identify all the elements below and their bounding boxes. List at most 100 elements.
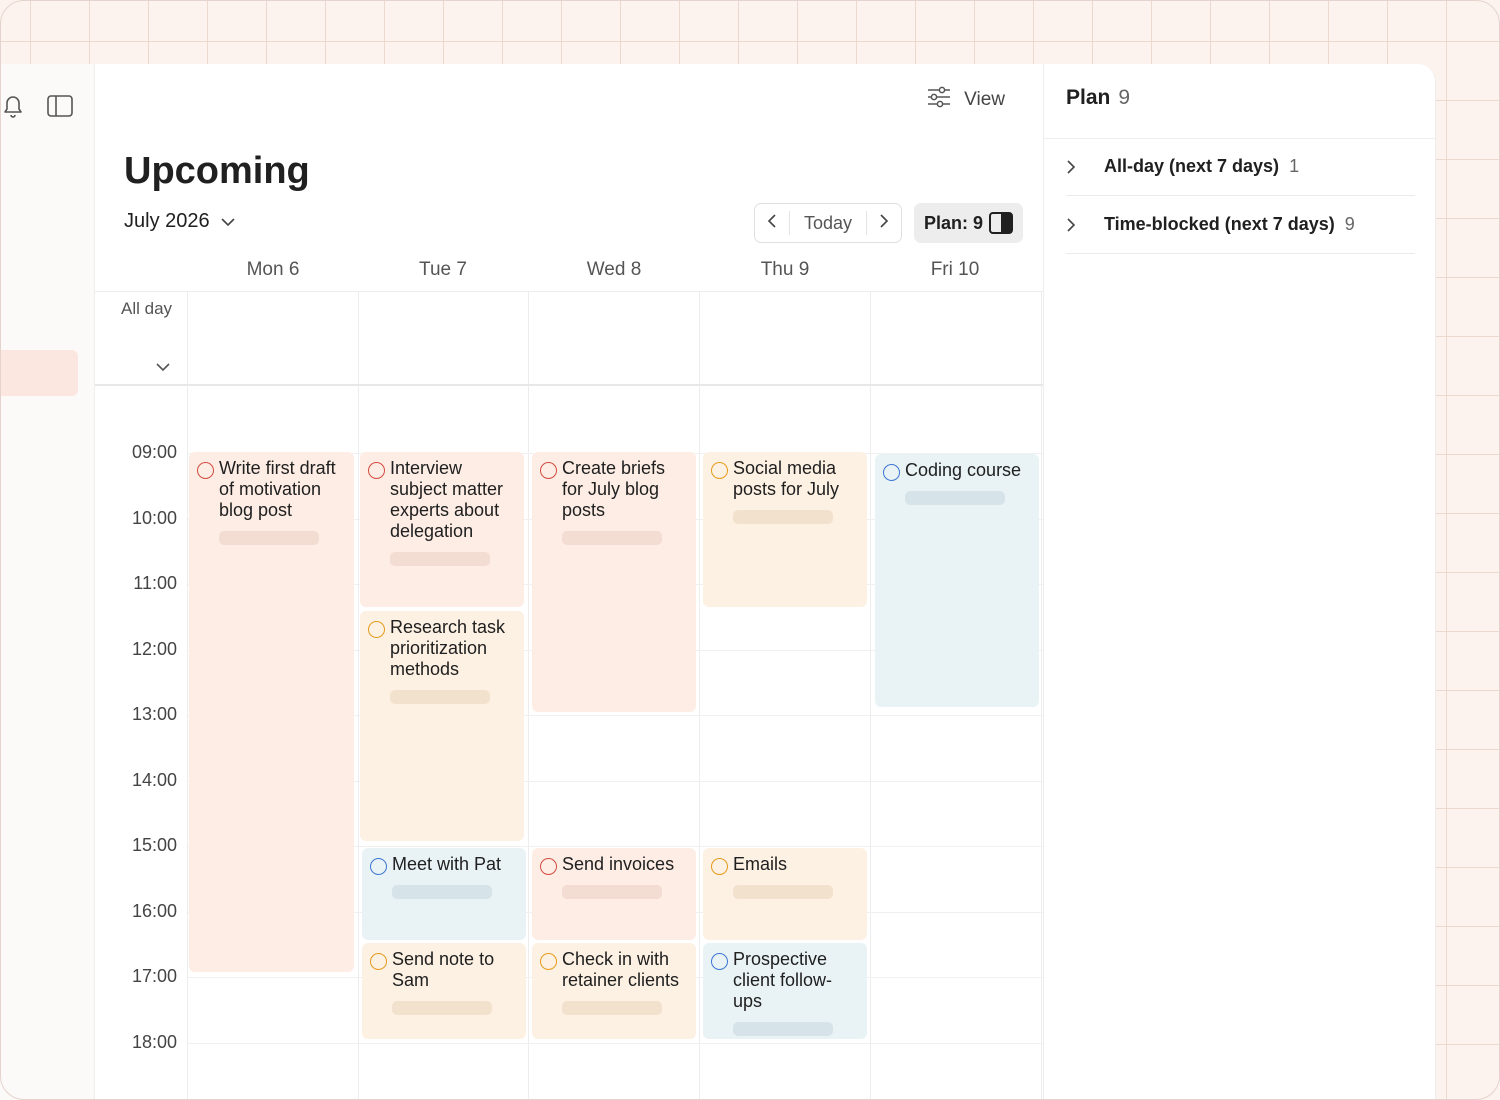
chevron-right-icon: [1066, 217, 1104, 233]
left-sidebar: [0, 64, 95, 1100]
chevron-right-icon: [879, 213, 889, 234]
view-button[interactable]: View: [926, 86, 1005, 114]
calendar-event[interactable]: Send note to Sam: [362, 943, 526, 1039]
hour-label: 09:00: [131, 442, 177, 462]
calendar-event[interactable]: Write first draft of motivation blog pos…: [189, 452, 354, 972]
page-title: Upcoming: [124, 150, 310, 192]
plan-section-count: 9: [1344, 214, 1355, 234]
sidebar-active-item[interactable]: [0, 350, 78, 396]
bell-icon[interactable]: [0, 92, 26, 120]
event-placeholder-bar: [392, 1001, 492, 1015]
task-checkbox[interactable]: [368, 462, 385, 479]
plan-panel: Plan 9 All-day (next 7 days) 1 Time-block…: [1043, 64, 1435, 1100]
event-title: Prospective client follow-ups: [733, 949, 833, 1011]
hour-label: 17:00: [131, 966, 177, 986]
plan-title-label: Plan: [1066, 86, 1111, 109]
task-checkbox[interactable]: [370, 953, 387, 970]
month-label: July 2026: [124, 210, 210, 232]
main-content: View Upcoming July 2026 Today Plan: 9 Mo…: [95, 64, 1043, 1100]
event-placeholder-bar: [733, 1022, 833, 1036]
hour-label: 14:00: [131, 770, 177, 790]
hour-label: 13:00: [131, 704, 177, 724]
calendar-event[interactable]: Send invoices: [532, 848, 696, 940]
today-button[interactable]: Today: [789, 211, 867, 235]
calendar-event[interactable]: Coding course: [875, 454, 1039, 707]
month-selector[interactable]: July 2026: [124, 210, 236, 233]
task-checkbox[interactable]: [368, 621, 385, 638]
event-placeholder-bar: [219, 531, 319, 545]
event-title: Create briefs for July blog posts: [562, 458, 666, 520]
calendar-event[interactable]: Meet with Pat: [362, 848, 526, 940]
hour-label: 12:00: [131, 639, 177, 659]
app-window: View Upcoming July 2026 Today Plan: 9 Mo…: [0, 64, 1436, 1100]
task-checkbox[interactable]: [711, 953, 728, 970]
hour-label: 10:00: [131, 508, 177, 528]
event-title: Social media posts for July: [733, 458, 840, 499]
event-placeholder-bar: [390, 552, 490, 566]
view-settings-icon: [926, 86, 952, 114]
chevron-right-icon: [1066, 159, 1104, 175]
sidebar-toggle-icon[interactable]: [45, 92, 75, 120]
event-title: Emails: [733, 854, 788, 874]
plan-count: 9: [1118, 86, 1131, 109]
allday-separator: [95, 384, 1043, 386]
event-title: Write first draft of motivation blog pos…: [219, 458, 336, 520]
task-checkbox[interactable]: [197, 462, 214, 479]
next-week-button[interactable]: [867, 204, 901, 242]
chevron-left-icon: [767, 213, 777, 234]
calendar-event[interactable]: Interview subject matter experts about d…: [360, 452, 524, 607]
hour-label: 16:00: [131, 901, 177, 921]
event-title: Research task prioritization methods: [390, 617, 506, 679]
calendar-event[interactable]: Emails: [703, 848, 867, 940]
event-placeholder-bar: [733, 510, 833, 524]
hour-label: 18:00: [131, 1032, 177, 1052]
day-header-wed[interactable]: Wed 8: [529, 259, 699, 281]
calendar-event[interactable]: Social media posts for July: [703, 452, 867, 607]
plan-button-label: Plan: 9: [923, 212, 984, 233]
event-placeholder-bar: [390, 690, 490, 704]
calendar-grid: All day 09:00 10:00 11:00 12:00 13:00 14…: [95, 291, 1043, 1100]
event-title: Coding course: [905, 460, 1022, 480]
hour-label: 15:00: [131, 835, 177, 855]
plan-section-label: Time-blocked (next 7 days): [1104, 214, 1335, 234]
split-view-icon: [989, 212, 1014, 234]
plan-panel-title: Plan 9: [1066, 86, 1130, 110]
day-header-tue[interactable]: Tue 7: [358, 259, 528, 281]
calendar-event[interactable]: Check in with retainer clients: [532, 943, 696, 1039]
task-checkbox[interactable]: [883, 464, 900, 481]
calendar-event[interactable]: Create briefs for July blog posts: [532, 452, 696, 712]
chevron-down-icon: [220, 210, 236, 233]
plan-section-allday[interactable]: All-day (next 7 days) 1: [1066, 138, 1415, 196]
event-placeholder-bar: [562, 531, 662, 545]
plan-toggle-button[interactable]: Plan: 9: [914, 203, 1023, 243]
event-title: Interview subject matter experts about d…: [390, 458, 504, 541]
calendar-event[interactable]: Research task prioritization methods: [360, 611, 524, 841]
allday-label: All day: [121, 299, 173, 318]
event-placeholder-bar: [905, 491, 1005, 505]
prev-week-button[interactable]: [755, 204, 789, 242]
event-title: Send note to Sam: [392, 949, 495, 990]
plan-section-timeblocked[interactable]: Time-blocked (next 7 days) 9: [1066, 196, 1415, 254]
allday-expand-chevron-icon[interactable]: [155, 359, 171, 377]
event-placeholder-bar: [392, 885, 492, 899]
task-checkbox[interactable]: [370, 858, 387, 875]
day-header-mon[interactable]: Mon 6: [188, 259, 358, 281]
task-checkbox[interactable]: [540, 462, 557, 479]
task-checkbox[interactable]: [711, 858, 728, 875]
event-placeholder-bar: [562, 885, 662, 899]
view-label: View: [964, 89, 1005, 110]
event-title: Send invoices: [562, 854, 675, 874]
event-title: Check in with retainer clients: [562, 949, 680, 990]
plan-section-count: 1: [1289, 156, 1300, 176]
calendar-event[interactable]: Prospective client follow-ups: [703, 943, 867, 1039]
task-checkbox[interactable]: [540, 858, 557, 875]
hour-label: 11:00: [133, 573, 177, 593]
day-header-fri[interactable]: Fri 10: [870, 259, 1040, 281]
event-placeholder-bar: [733, 885, 833, 899]
date-navigation: Today: [754, 203, 902, 243]
task-checkbox[interactable]: [540, 953, 557, 970]
event-placeholder-bar: [562, 1001, 662, 1015]
task-checkbox[interactable]: [711, 462, 728, 479]
day-header-thu[interactable]: Thu 9: [700, 259, 870, 281]
plan-section-label: All-day (next 7 days): [1104, 156, 1280, 176]
